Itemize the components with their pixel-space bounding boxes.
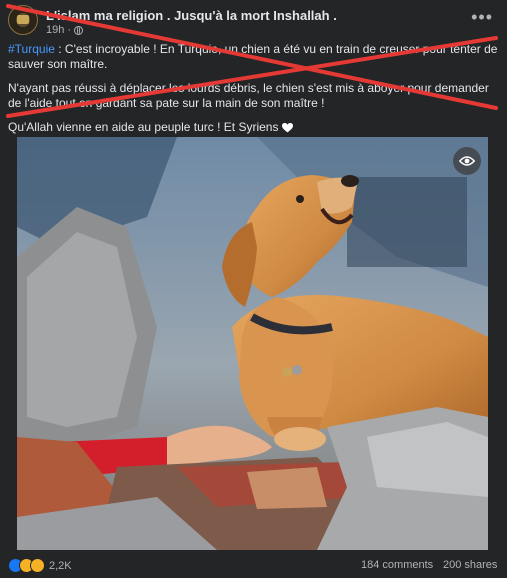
post-paragraph-3: Qu'Allah vienne en aide au peuple turc !… [8,120,498,135]
photo-illustration [17,137,488,550]
post-text: #Turquie : C'est incroyable ! En Turquie… [8,42,498,144]
white-heart-icon [281,122,293,133]
shares-count[interactable]: 200 shares [443,559,497,571]
more-options-icon[interactable]: ••• [471,8,493,26]
post-header: L'islam ma religion . Jusqu'à la mort In… [0,0,507,40]
post-footer: 2,2K 184 comments 200 shares [0,553,507,578]
globe-icon [74,25,84,35]
post-meta: 19h · [46,24,84,36]
page-name[interactable]: L'islam ma religion . Jusqu'à la mort In… [46,8,337,23]
reaction-count: 2,2K [49,559,72,572]
comments-count[interactable]: 184 comments [361,559,433,571]
page-avatar[interactable] [8,5,38,35]
reactions-summary[interactable]: 2,2K [8,558,72,573]
care-icon [30,558,45,573]
eye-slash-icon[interactable] [453,147,481,175]
hashtag-link[interactable]: #Turquie [8,42,55,56]
post-time[interactable]: 19h [46,24,64,36]
post-paragraph-2: N'ayant pas réussi à déplacer les lourds… [8,81,489,110]
post-photo[interactable] [17,137,488,550]
post-paragraph-1: #Turquie : C'est incroyable ! En Turquie… [8,42,498,71]
